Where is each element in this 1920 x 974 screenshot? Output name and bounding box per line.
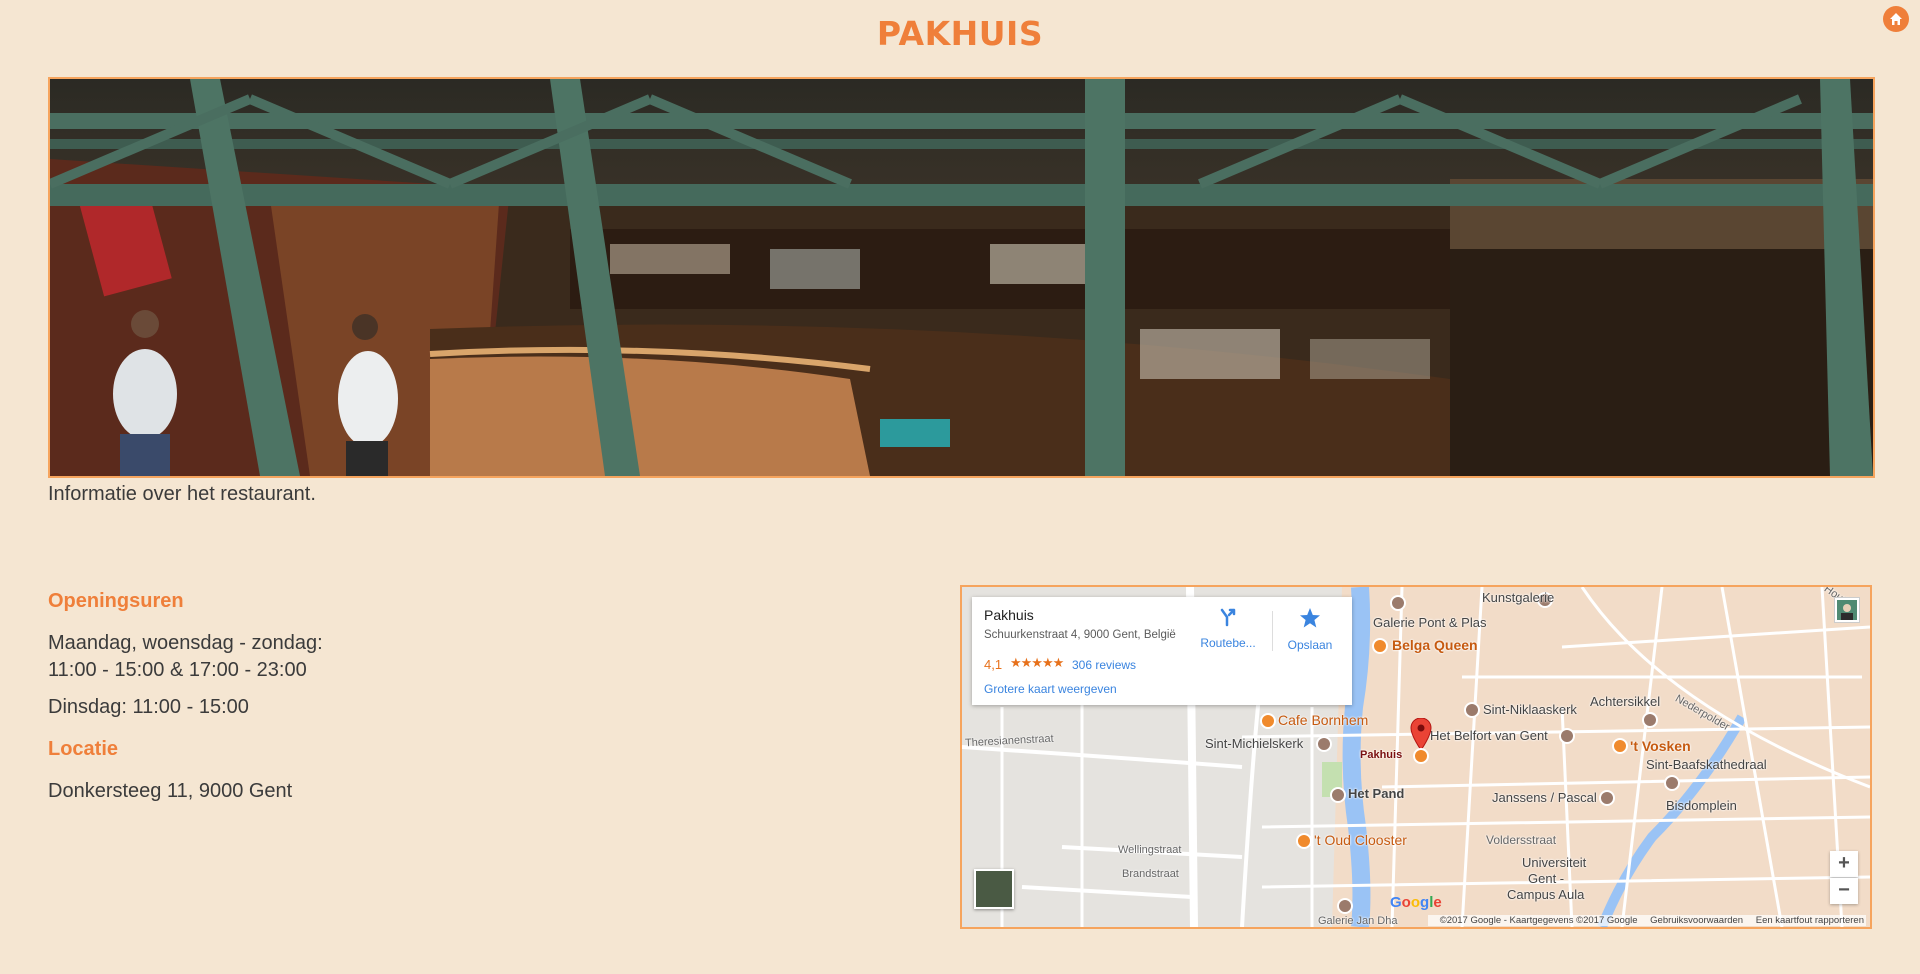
galerie-jan-marker[interactable] — [1337, 898, 1353, 914]
janssens-label: Janssens / Pascal — [1492, 790, 1597, 805]
hours-line-3: Dinsdag: 11:00 - 15:00 — [48, 696, 249, 718]
galerie-jan-label: Galerie Jan Dha — [1318, 915, 1398, 927]
zoom-in-button[interactable]: + — [1830, 851, 1858, 877]
achtersikkel-label: Achtersikkel — [1590, 694, 1661, 709]
wellingstraat-label: Wellingstraat — [1118, 844, 1182, 856]
directions-button[interactable]: Routebe... — [1196, 607, 1260, 650]
galerie-pont-label: Galerie Pont & Plas — [1373, 615, 1487, 630]
location-address: Donkersteeg 11, 9000 Gent — [48, 780, 293, 802]
save-button[interactable]: Opslaan — [1278, 607, 1342, 652]
place-info-card: Pakhuis Schuurkenstraat 4, 9000 Gent, Be… — [972, 597, 1352, 705]
fullscreen-button[interactable] — [1834, 597, 1860, 623]
place-address: Schuurkenstraat 4, 9000 Gent, België — [984, 629, 1176, 641]
campus-aula-label: Campus Aula — [1507, 887, 1585, 902]
kunstgalerie-label: Kunstgalerie — [1482, 590, 1555, 605]
sint-niklaaskerk-marker[interactable] — [1464, 702, 1480, 718]
belfort-label: Het Belfort van Gent — [1430, 728, 1548, 743]
google-map[interactable]: Kunstgalerie Galerie Pont & Plas Belga Q… — [960, 585, 1872, 929]
larger-map-link[interactable]: Grotere kaart weergeven — [984, 682, 1117, 696]
place-rating: 4,1 — [984, 657, 1003, 672]
pakhuis-pin-icon[interactable] — [1410, 718, 1432, 750]
satellite-toggle[interactable] — [974, 869, 1014, 909]
cafe-bornhem-label: Cafe Bornhem — [1278, 712, 1369, 728]
oud-clooster-label: 't Oud Clooster — [1314, 832, 1407, 848]
oud-clooster-marker[interactable] — [1296, 833, 1312, 849]
belga-queen-marker[interactable] — [1372, 638, 1388, 654]
brandstraat-label: Brandstraat — [1122, 868, 1179, 880]
sint-niklaaskerk-label: Sint-Niklaaskerk — [1483, 702, 1577, 717]
card-divider — [1272, 611, 1273, 651]
voldersstraat-label: Voldersstraat — [1486, 833, 1557, 847]
opening-hours-heading: Openingsuren — [48, 590, 184, 612]
hours-line-2: 11:00 - 15:00 & 17:00 - 23:00 — [48, 659, 307, 681]
universiteit-label: Universiteit — [1522, 855, 1587, 870]
map-copyright: ©2017 Google - Kaartgegevens ©2017 Googl… — [1439, 915, 1638, 926]
home-button[interactable] — [1883, 6, 1909, 32]
report-error-link[interactable]: Een kaartfout rapporteren — [1756, 915, 1864, 926]
t-vosken-label: 't Vosken — [1630, 738, 1691, 754]
terms-link[interactable]: Gebruiksvoorwaarden — [1650, 915, 1743, 926]
t-vosken-marker[interactable] — [1612, 738, 1628, 754]
bisdomplein-label: Bisdomplein — [1666, 798, 1737, 813]
place-name: Pakhuis — [984, 607, 1034, 623]
intro-text: Informatie over het restaurant. — [48, 483, 316, 505]
google-logo: Google — [1390, 894, 1442, 911]
het-pand-marker[interactable] — [1330, 787, 1346, 803]
reviews-link[interactable]: 306 reviews — [1072, 658, 1136, 672]
janssens-marker[interactable] — [1599, 790, 1615, 806]
place-stars: ★★★★★ — [1010, 655, 1064, 670]
site-title: PAKHUIS — [876, 14, 1044, 53]
belfort-marker[interactable] — [1559, 728, 1575, 744]
sint-michielskerk-marker[interactable] — [1316, 736, 1332, 752]
map-attribution: ©2017 Google - Kaartgegevens ©2017 Googl… — [1427, 915, 1866, 926]
pakhuis-marker[interactable] — [1413, 748, 1429, 764]
het-pand-label: Het Pand — [1348, 786, 1405, 801]
location-heading: Locatie — [48, 738, 119, 760]
sint-baafs-marker[interactable] — [1664, 775, 1680, 791]
zoom-out-button[interactable]: − — [1830, 878, 1858, 904]
pakhuis-label: Pakhuis — [1360, 749, 1403, 761]
home-icon — [1890, 13, 1902, 25]
belga-queen-label: Belga Queen — [1392, 637, 1478, 653]
cafe-bornhem-marker[interactable] — [1260, 713, 1276, 729]
achtersikkel-marker[interactable] — [1642, 712, 1658, 728]
galerie-marker[interactable] — [1390, 595, 1406, 611]
sint-michielskerk-label: Sint-Michielskerk — [1205, 736, 1304, 751]
avatar-icon — [1837, 600, 1857, 620]
directions-icon — [1220, 608, 1236, 627]
sint-baafs-label: Sint-Baafskathedraal — [1646, 757, 1767, 772]
save-label: Opslaan — [1287, 638, 1333, 652]
star-icon — [1300, 608, 1320, 628]
hero-image — [48, 77, 1875, 478]
hours-line-1: Maandag, woensdag - zondag: — [48, 632, 323, 654]
directions-label: Routebe... — [1200, 636, 1256, 650]
gent-label: Gent - — [1528, 871, 1565, 886]
